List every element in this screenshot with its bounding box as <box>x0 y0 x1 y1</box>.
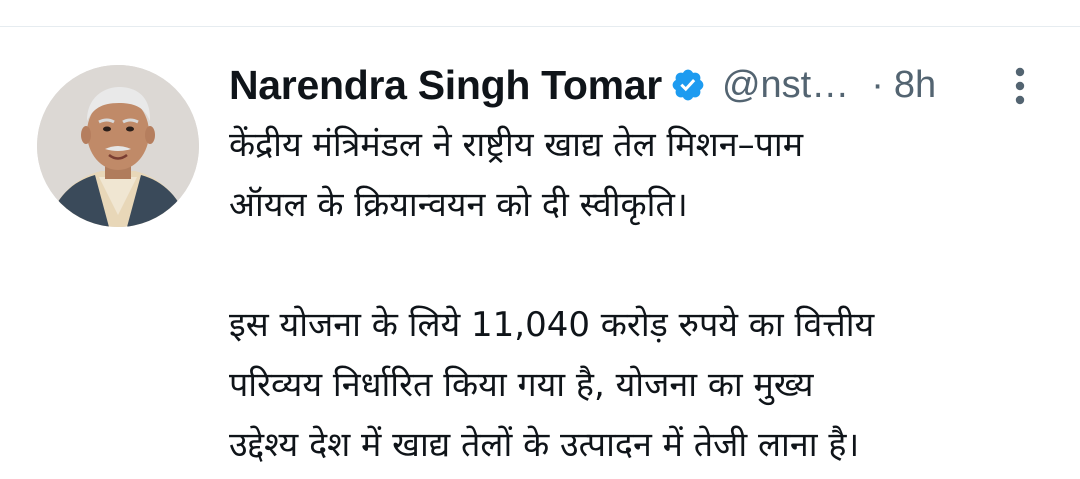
separator-dot: · <box>871 63 884 106</box>
more-vertical-icon <box>1015 67 1025 105</box>
avatar-image <box>37 65 199 227</box>
tweet-header: Narendra Singh Tomar @nst… · 8h <box>229 57 936 113</box>
tweet-line: केंद्रीय मंत्रिमंडल ने राष्ट्रीय खाद्य त… <box>229 125 804 165</box>
tweet-line: ऑयल के क्रियान्वयन को दी स्वीकृति। <box>229 185 688 225</box>
verified-badge-icon <box>670 67 706 103</box>
avatar[interactable] <box>37 65 199 227</box>
author-name[interactable]: Narendra Singh Tomar <box>229 62 662 109</box>
tweet-timestamp[interactable]: 8h <box>894 64 936 107</box>
tweet-line: इस योजना के लिये 11,040 करोड़ रुपये का व… <box>229 305 875 345</box>
more-options-button[interactable] <box>1000 61 1040 111</box>
author-handle[interactable]: @nst… <box>722 64 849 107</box>
tweet-line: परिव्यय निर्धारित किया गया है, योजना का … <box>229 365 814 405</box>
tweet-line: उद्देश्य देश में खाद्य तेलों के उत्पादन … <box>229 425 860 465</box>
tweet[interactable]: Narendra Singh Tomar @nst… · 8h केंद्रीय… <box>0 27 1080 479</box>
tweet-text: केंद्रीय मंत्रिमंडल ने राष्ट्रीय खाद्य त… <box>229 115 1059 475</box>
